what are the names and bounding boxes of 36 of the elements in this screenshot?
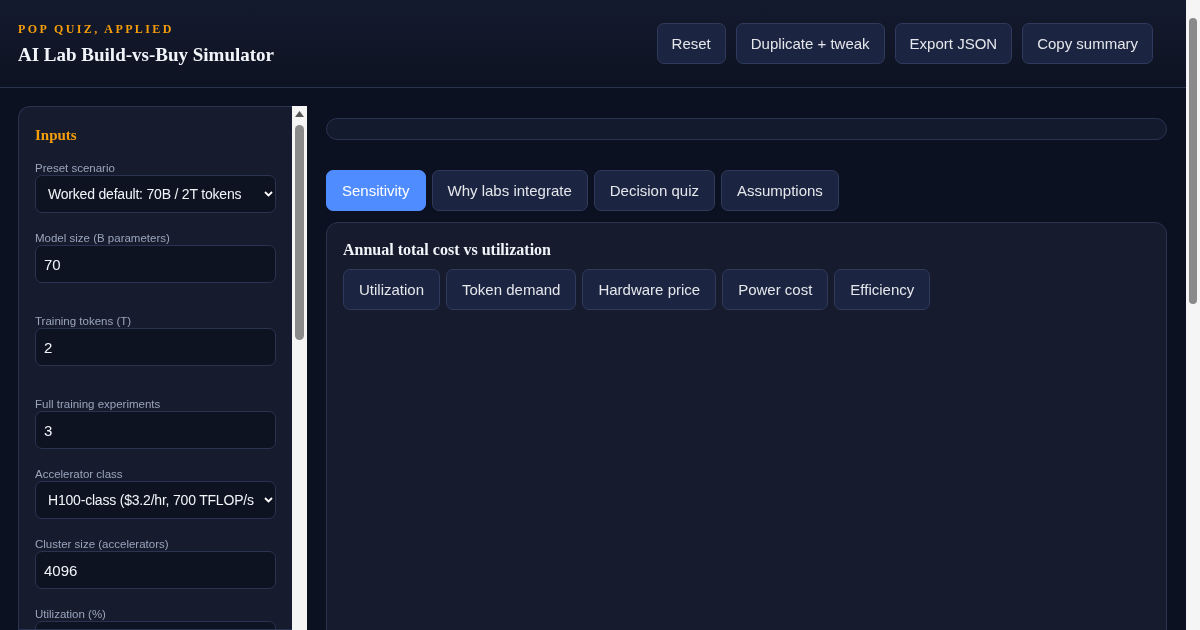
input-field[interactable]: 70 xyxy=(35,245,276,283)
scroll-up-icon[interactable] xyxy=(295,111,304,117)
tab[interactable]: Why labs integrate xyxy=(431,170,588,211)
field-label: Preset scenario xyxy=(35,162,116,175)
variable-chip[interactable]: Power cost xyxy=(722,269,829,310)
chevron-icon xyxy=(264,497,273,503)
field-label: Full training experiments xyxy=(35,398,162,411)
scrollbar-thumb[interactable] xyxy=(1189,18,1197,304)
action-button[interactable]: Duplicate + tweak xyxy=(735,23,885,64)
chevron-icon xyxy=(264,191,273,197)
scrollbar[interactable] xyxy=(292,106,307,630)
panel-title: Inputs xyxy=(35,126,78,144)
field-label: Utilization (%) xyxy=(35,608,107,621)
tab[interactable]: Decision quiz xyxy=(593,170,715,211)
action-button[interactable]: Reset xyxy=(656,23,726,64)
action-button[interactable]: Export JSON xyxy=(894,23,1013,64)
variable-chip[interactable]: Utilization xyxy=(343,269,441,310)
field-label: Training tokens (T) xyxy=(35,315,133,328)
select-field[interactable]: H100-class ($3.2/hr, 700 TFLOP/s xyxy=(35,481,276,519)
tab[interactable]: Assumptions xyxy=(721,170,839,211)
scrollbar[interactable] xyxy=(1186,0,1200,630)
field-label: Model size (B parameters) xyxy=(35,232,171,245)
variable-chip[interactable]: Token demand xyxy=(446,269,577,310)
select-field[interactable]: Worked default: 70B / 2T tokens xyxy=(35,175,276,213)
app-title: AI Lab Build-vs-Buy Simulator xyxy=(18,43,275,66)
scrollbar-thumb[interactable] xyxy=(295,125,304,340)
input-field[interactable]: 3 xyxy=(35,411,276,449)
input-field[interactable]: 4096 xyxy=(35,551,276,589)
variable-chip[interactable]: Hardware price xyxy=(582,269,717,310)
action-button[interactable]: Copy summary xyxy=(1022,23,1153,64)
eyebrow-label: POP QUIZ, APPLIED xyxy=(18,21,175,37)
field-label: Accelerator class xyxy=(35,468,124,481)
field-label: Cluster size (accelerators) xyxy=(35,538,170,551)
variable-chip[interactable]: Efficiency xyxy=(834,269,931,310)
input-field[interactable]: 2 xyxy=(35,328,276,366)
chart-title: Annual total cost vs utilization xyxy=(343,241,552,259)
